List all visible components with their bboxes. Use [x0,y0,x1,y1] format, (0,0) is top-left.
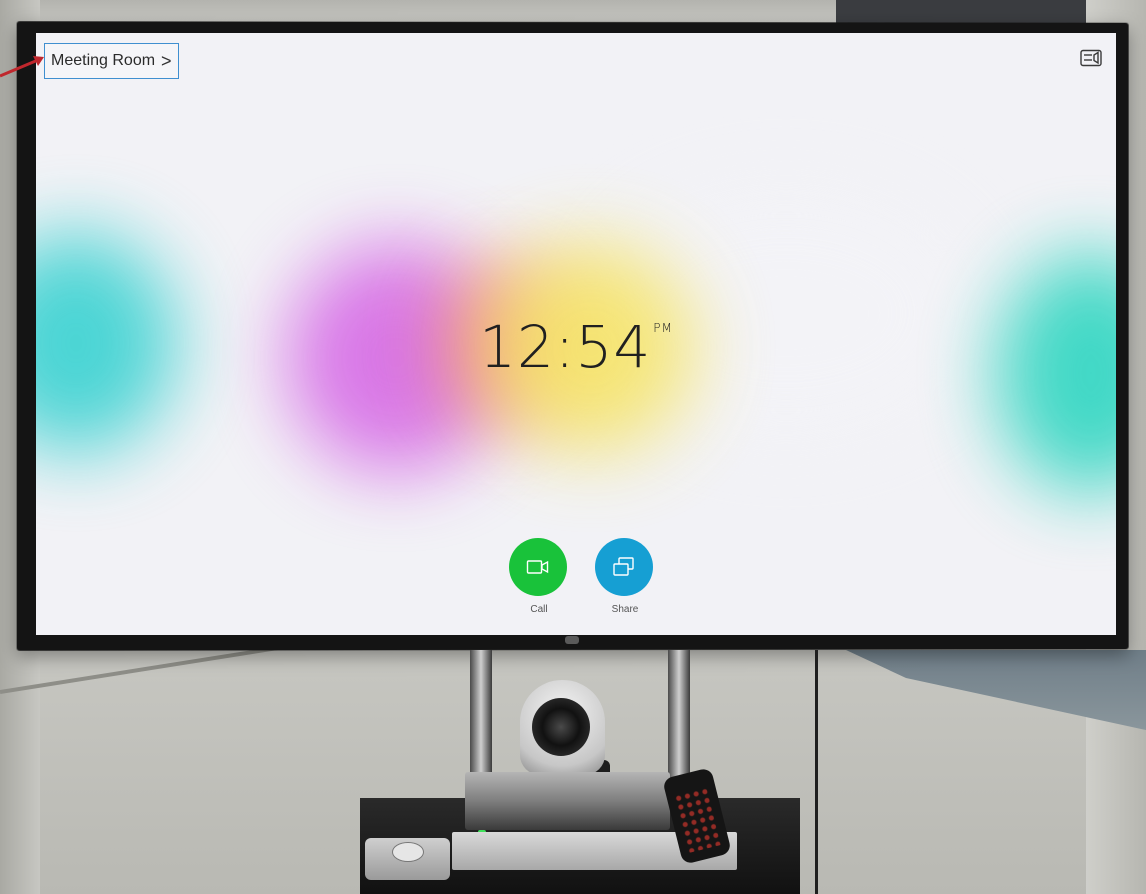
codec-unit [465,772,670,830]
room-name-label: Meeting Room [51,52,156,69]
clock-time: 12:54 [479,313,652,381]
clock-display: 12:54 PM [36,313,1116,381]
camera-lens [532,698,590,756]
share-screen-icon [613,557,634,576]
tv-logo [565,636,579,644]
room-name-button[interactable]: Meeting Room > [44,43,179,79]
stand-pole-right [668,650,690,780]
annotation-arrow-icon [0,56,44,78]
power-cable [815,650,818,894]
call-label: Call [530,604,548,615]
share-label: Share [611,604,639,615]
action-bar: Call Share [506,538,666,628]
stand-pole-left [470,650,492,780]
chevron-right-icon: > [161,50,172,71]
tv-screen: Meeting Room > 12:54 PM Call Share [36,33,1116,635]
clock-ampm: PM [653,321,673,335]
video-camera-icon [526,560,549,574]
settings-icon[interactable] [1080,49,1102,67]
call-button[interactable] [509,538,567,596]
microphone-icon [392,842,424,862]
window-ledge [846,650,1146,730]
share-button[interactable] [595,538,653,596]
